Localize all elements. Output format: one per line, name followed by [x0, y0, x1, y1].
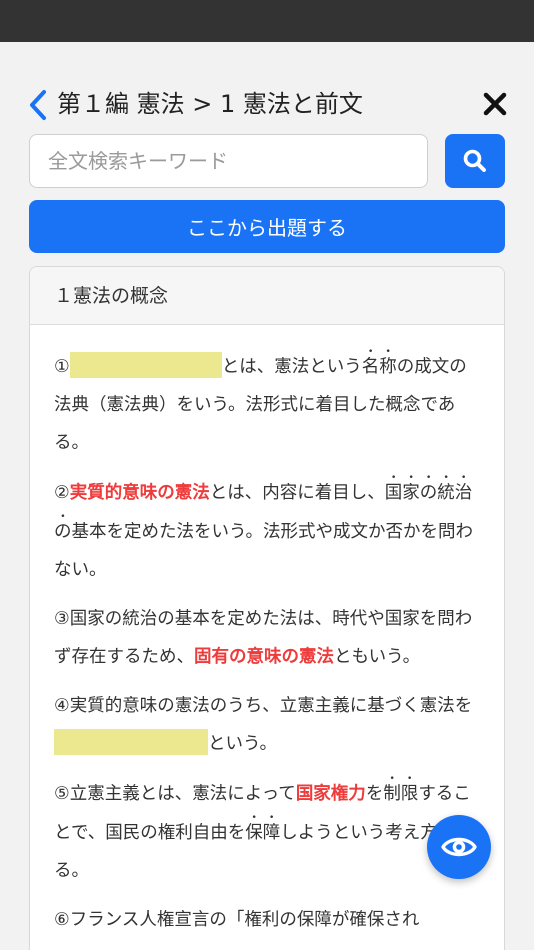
back-button[interactable] — [26, 88, 52, 122]
emphasis-text: 制限 — [383, 784, 419, 804]
emphasis-text: 名称 — [361, 357, 397, 377]
eye-icon — [441, 837, 477, 857]
paragraph-2: ②実質的意味の憲法とは、内容に着目し、国家の統治の基本を定めた法をいう。法形式や… — [54, 483, 473, 580]
paragraph-1: ① とは、憲法という名称の成文の法典（憲法典）をいう。法形式に着目した概念である。 — [54, 347, 478, 462]
keyword-highlight: 国家権力 — [295, 784, 366, 804]
close-button[interactable] — [482, 90, 508, 118]
fill-in-blank[interactable] — [69, 352, 222, 378]
search-input[interactable] — [29, 134, 428, 188]
chevron-left-icon — [30, 90, 46, 120]
header: 第１編 憲法 > 1 憲法と前文 — [0, 84, 534, 124]
keyword-highlight: 固有の意味の憲法 — [194, 647, 334, 667]
search-button[interactable] — [445, 134, 505, 188]
emphasis-text: 国家の — [384, 483, 438, 503]
start-quiz-button[interactable]: ここから出題する — [29, 200, 505, 253]
breadcrumb: 第１編 憲法 > 1 憲法と前文 — [57, 90, 363, 118]
emphasis-text: 保障 — [245, 823, 281, 843]
fill-in-blank[interactable] — [54, 729, 208, 755]
paragraph-5: ⑤立憲主義とは、憲法によって国家権力を制限することで、国民の権利自由を保障しよう… — [54, 784, 473, 881]
status-bar — [0, 0, 534, 42]
keyword-highlight: 実質的意味の憲法 — [69, 483, 210, 503]
toggle-visibility-button[interactable] — [427, 815, 491, 879]
search-icon — [463, 149, 486, 172]
paragraph-6: ⑥フランス人権宣言の「権利の保障が確保され — [54, 910, 420, 930]
close-icon — [483, 92, 507, 116]
section-title: １憲法の概念 — [30, 267, 504, 325]
paragraph-3: ③国家の統治の基本を定めた法は、時代や国家を問わず存在するため、固有の意味の憲法… — [54, 609, 473, 667]
paragraph-4: ④実質的意味の憲法のうち、立憲主義に基づく憲法をという。 — [54, 696, 473, 755]
